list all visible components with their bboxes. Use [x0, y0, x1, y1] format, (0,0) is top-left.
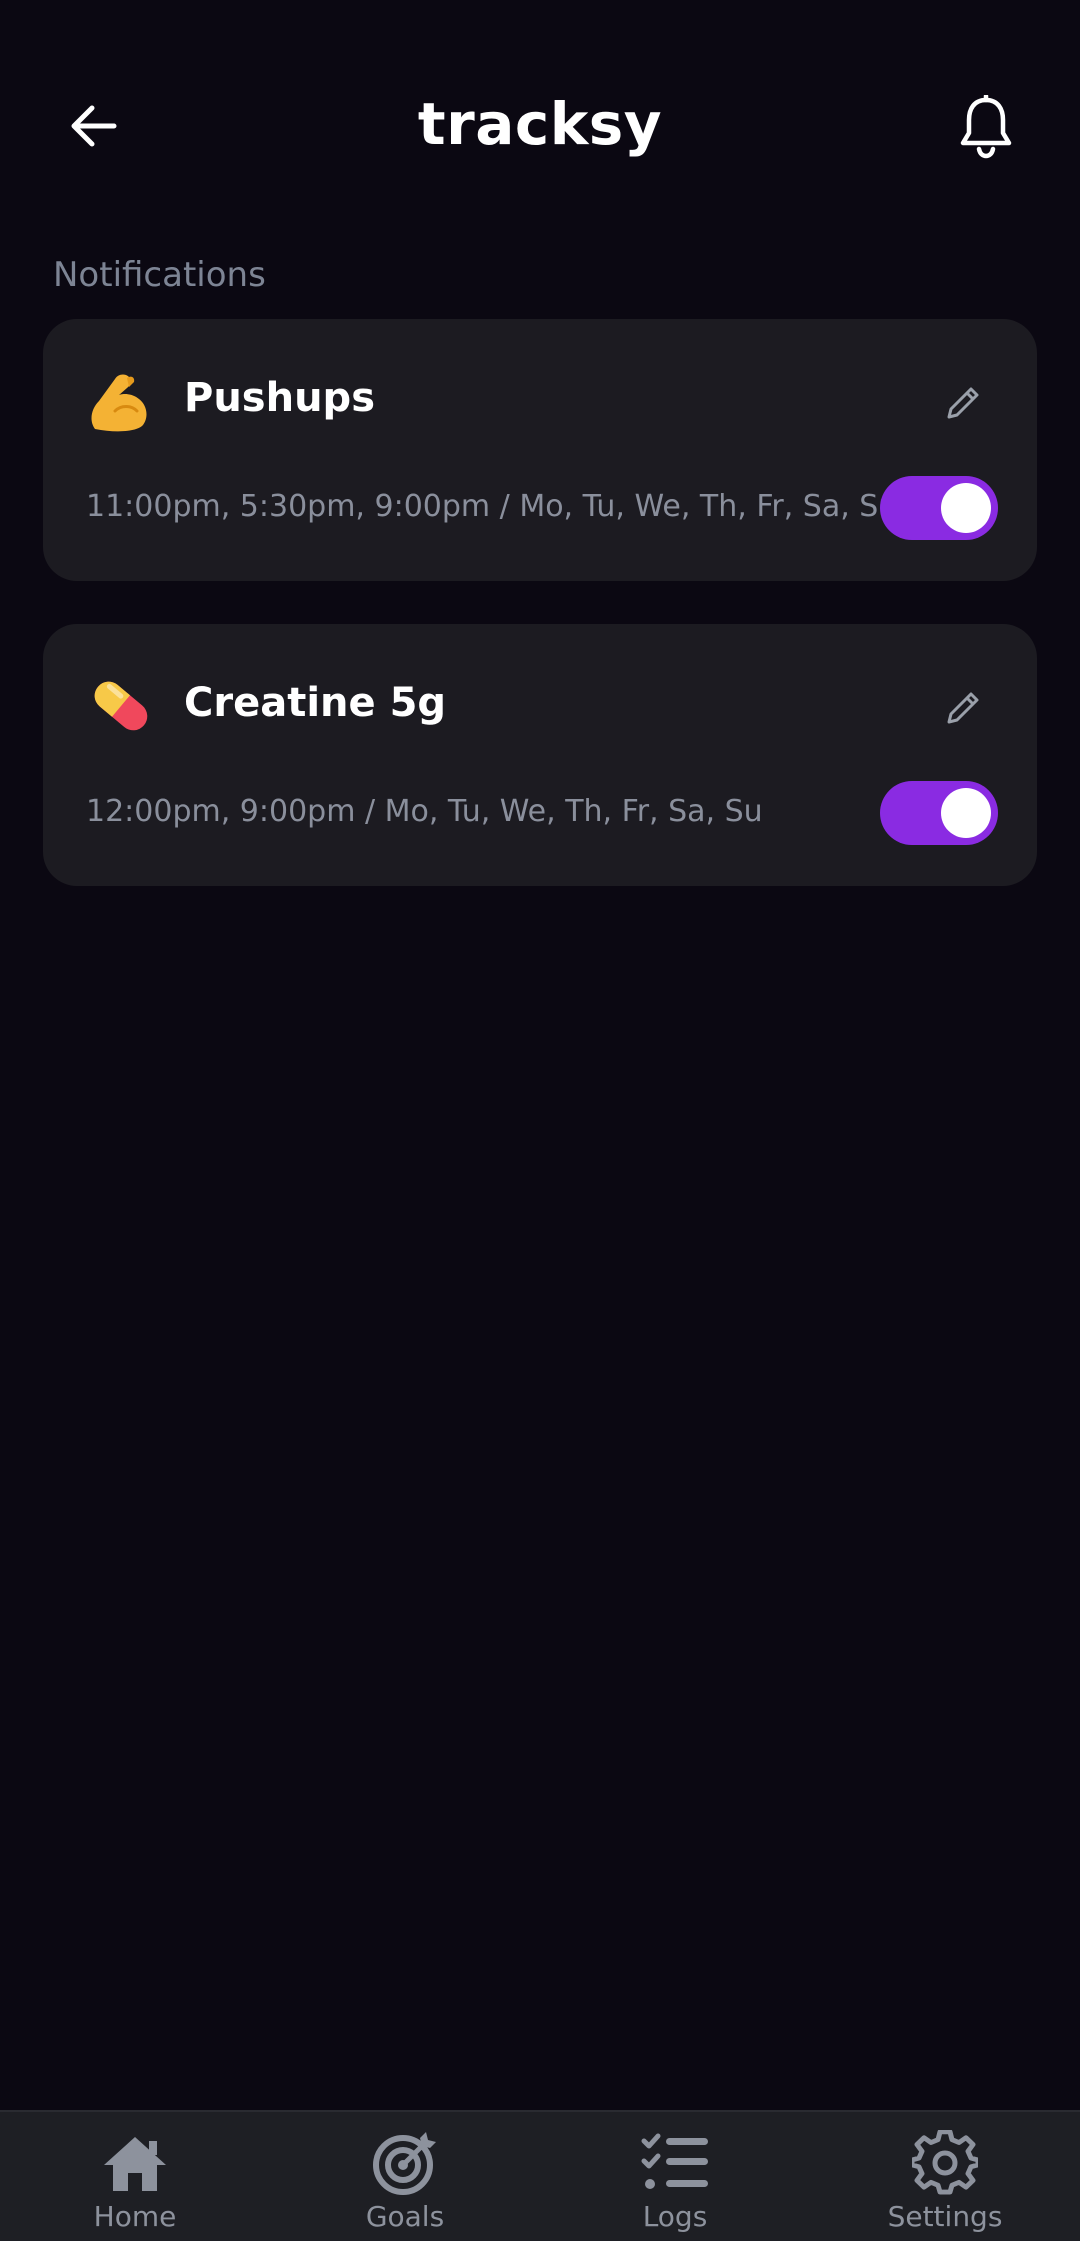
notifications-bell-button[interactable]: [954, 92, 1018, 162]
app-root: tracksy Notifications Pushups 11:00pm, 5…: [0, 0, 1080, 2241]
notification-schedule: 12:00pm, 9:00pm / Mo, Tu, We, Th, Fr, Sa…: [86, 794, 763, 829]
notification-toggle[interactable]: [880, 476, 998, 540]
notification-toggle[interactable]: [880, 781, 998, 845]
notification-title: Creatine 5g: [184, 680, 447, 726]
flexed-biceps-icon: [85, 365, 157, 437]
target-icon: [370, 2130, 440, 2196]
nav-item-goals[interactable]: Goals: [270, 2112, 540, 2241]
notification-schedule: 11:00pm, 5:30pm, 9:00pm / Mo, Tu, We, Th…: [86, 489, 898, 524]
bell-icon: [960, 95, 1012, 159]
section-label-notifications: Notifications: [53, 255, 266, 295]
home-icon: [100, 2130, 170, 2196]
pencil-icon: [947, 387, 979, 419]
nav-item-home[interactable]: Home: [0, 2112, 270, 2241]
top-app-bar: tracksy: [0, 0, 1080, 250]
nav-label: Settings: [887, 2200, 1003, 2233]
nav-item-logs[interactable]: Logs: [540, 2112, 810, 2241]
toggle-knob: [941, 483, 991, 533]
list-check-icon: [640, 2130, 710, 2196]
toggle-knob: [941, 788, 991, 838]
nav-item-settings[interactable]: Settings: [810, 2112, 1080, 2241]
notification-card[interactable]: Creatine 5g 12:00pm, 9:00pm / Mo, Tu, We…: [43, 624, 1037, 886]
nav-label: Goals: [365, 2200, 445, 2233]
edit-button[interactable]: [941, 686, 985, 730]
bottom-navigation: Home Goals Logs Settings: [0, 2110, 1080, 2241]
notification-title: Pushups: [184, 375, 375, 421]
edit-button[interactable]: [941, 381, 985, 425]
nav-label: Home: [93, 2200, 177, 2233]
notification-card[interactable]: Pushups 11:00pm, 5:30pm, 9:00pm / Mo, Tu…: [43, 319, 1037, 581]
gear-icon: [910, 2130, 980, 2196]
app-title: tracksy: [417, 90, 663, 158]
pill-icon: [85, 670, 157, 742]
pencil-icon: [947, 692, 979, 724]
nav-label: Logs: [642, 2200, 708, 2233]
